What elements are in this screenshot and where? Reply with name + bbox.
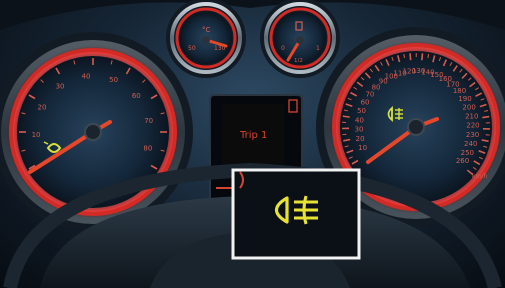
tick-label: 230 [466, 131, 479, 139]
tick-label: 60 [361, 98, 370, 106]
fuel-empty-label: 0 [281, 45, 285, 52]
tick-label: 200 [462, 103, 475, 111]
dashboard-svg: 10203040 50607080 10203040506070809010011… [0, 0, 505, 288]
tick-label: 210 [465, 112, 478, 120]
tick-label: 190 [458, 95, 471, 103]
tick-label: 60 [132, 92, 141, 100]
tick-label: 40 [82, 72, 91, 80]
fuel-half-label: 1/2 [294, 58, 303, 64]
tick-label: 260 [456, 157, 469, 165]
tick-label: 50 [109, 76, 118, 84]
tachometer-hub [84, 123, 102, 141]
fuel-hub [296, 36, 304, 44]
temperature-gauge: °C 50 130 [166, 0, 246, 78]
tick-label: 250 [461, 149, 474, 157]
tick-label: 30 [56, 82, 65, 90]
fog-light-zoom-inset [231, 168, 361, 260]
tick-mark [482, 115, 490, 119]
fuel-gauge: 0 1 1/2 [260, 0, 340, 78]
tick-mark [421, 53, 424, 61]
tick-label: 30 [355, 126, 364, 134]
tick-mark [409, 53, 412, 61]
tick-label: 50 [357, 107, 366, 115]
tick-label: 80 [143, 145, 152, 153]
tick-mark [342, 115, 350, 118]
tick-label: 10 [32, 131, 41, 139]
display-title: Trip 1 [239, 130, 267, 141]
tick-label: 70 [144, 117, 153, 125]
speedometer-unit: km/h [472, 173, 487, 180]
tick-label: 20 [38, 104, 47, 112]
temperature-unit: °C [202, 26, 211, 34]
tick-mark [403, 53, 406, 59]
dashboard-photo: 10 20 30 40 50 60 70 80 10 20 30 40 50 60 70 80 90 100 11… [0, 0, 505, 288]
tick-label: 10 [358, 144, 367, 152]
temperature-hub [202, 36, 210, 44]
tick-label: 220 [466, 122, 479, 130]
speedometer-hub [407, 118, 425, 136]
dashboard-cowl [0, 0, 505, 30]
tick-mark [427, 53, 430, 59]
tick-label: 240 [464, 140, 477, 148]
temperature-low-label: 50 [188, 45, 196, 52]
fuel-full-label: 1 [316, 45, 320, 52]
tick-label: 70 [365, 90, 374, 98]
tick-label: 20 [356, 135, 365, 143]
tick-label: 40 [355, 116, 364, 124]
